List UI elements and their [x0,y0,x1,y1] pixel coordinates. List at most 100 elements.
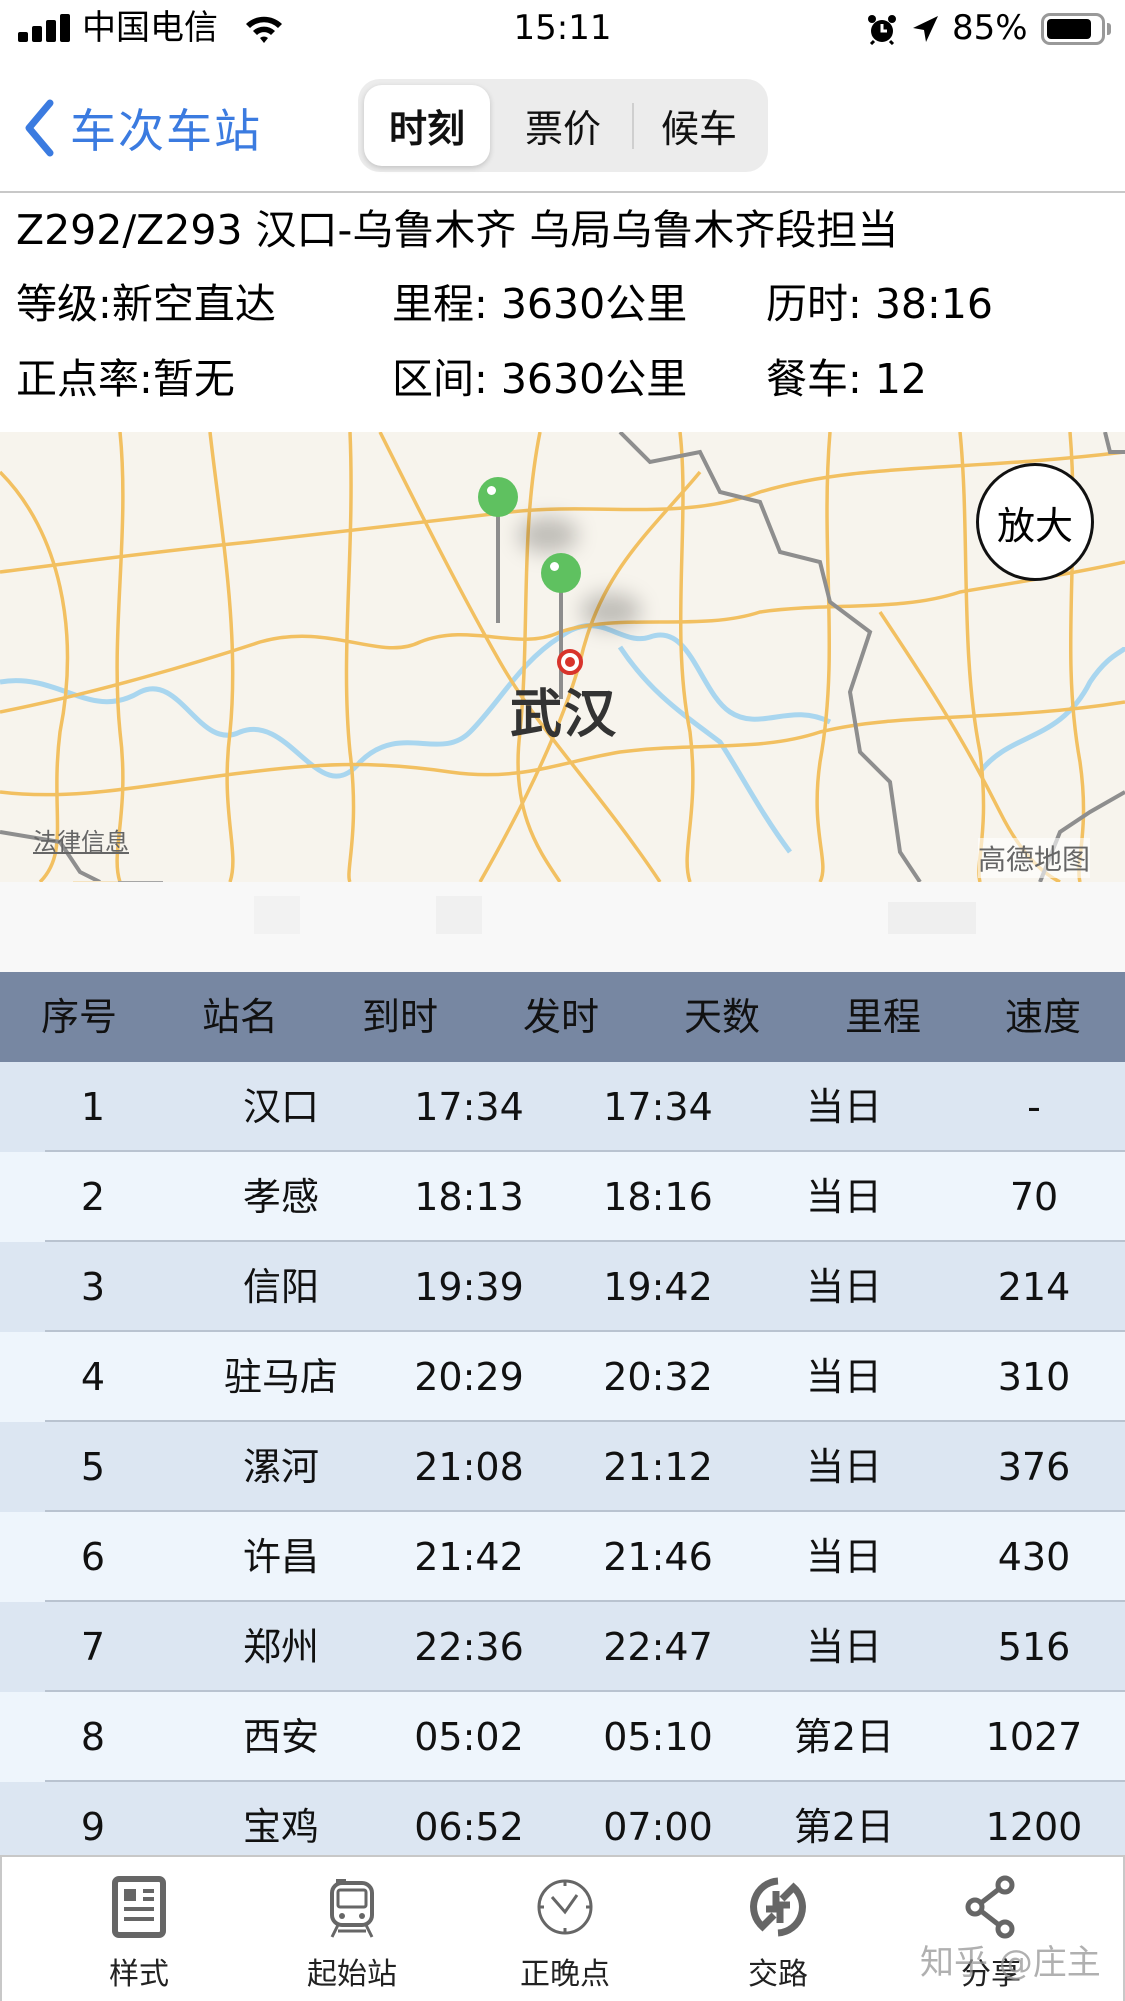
table-row[interactable]: 1 汉口 17:34 17:34 当日 - [0,1062,1125,1152]
train-section: 区间: 3630公里 [392,355,688,403]
arrival-cell: 19:39 [414,1265,524,1309]
station-cell: 郑州 [242,1625,320,1669]
nav-bar: 车次车站 时刻 票价 候车 [0,58,1125,193]
table-row[interactable]: 3 信阳 19:39 19:42 当日 214 [0,1242,1125,1332]
arrival-cell: 18:13 [414,1175,524,1219]
location-icon [913,16,938,42]
column-header: 发时 [522,995,600,1039]
day-cell: 当日 [805,1445,883,1489]
share-icon [965,1875,1015,1939]
tab-label: 交路 [748,1957,808,1992]
table-row[interactable]: 8 西安 05:02 05:10 第2日 1027 [0,1692,1125,1782]
day-cell: 当日 [805,1535,883,1579]
tab-punctuality[interactable]: 正晚点 [490,1857,640,2001]
tab-label: 正晚点 [520,1957,610,1992]
column-header: 天数 [683,995,761,1039]
map-brand-logo: 高德地图 [978,838,1091,878]
clock-icon [537,1879,593,1935]
speed-cell: 376 [997,1445,1071,1489]
table-row[interactable]: 7 郑州 22:36 22:47 当日 516 [0,1602,1125,1692]
seq-cell: 7 [80,1625,106,1669]
seq-cell: 4 [80,1355,106,1399]
tab-origin-station[interactable]: 起始站 [277,1857,427,2001]
day-cell: 当日 [805,1175,883,1219]
departure-cell: 05:10 [603,1715,713,1759]
column-header: 里程 [844,995,922,1039]
tab-label: 样式 [109,1957,169,1992]
battery-icon [1041,13,1105,45]
train-grade: 等级:新空直达 [16,280,276,328]
seq-cell: 3 [80,1265,106,1309]
status-bar: 中国电信 15:11 85% [0,0,1125,58]
train-mileage: 里程: 3630公里 [392,280,688,328]
table-row[interactable]: 4 驻马店 20:29 20:32 当日 310 [0,1332,1125,1422]
departure-cell: 20:32 [603,1355,713,1399]
tab-style[interactable]: 样式 [64,1857,214,2001]
station-cell: 漯河 [242,1445,320,1489]
station-cell: 孝感 [242,1175,320,1219]
back-button[interactable]: 车次车站 [22,98,262,158]
legal-info-link[interactable]: 法律信息 [33,822,129,857]
table-row[interactable]: 5 漯河 21:08 21:12 当日 376 [0,1422,1125,1512]
train-title: Z292/Z293 汉口-乌鲁木齐 乌局乌鲁木齐段担当 [16,206,899,254]
speed-cell: 430 [997,1535,1071,1579]
segmented-control: 时刻 票价 候车 [358,79,768,172]
departure-cell: 19:42 [603,1265,713,1309]
zoom-in-button[interactable]: 放大 [976,463,1094,581]
column-header: 速度 [1004,995,1082,1039]
table-header: 序号 站名 到时 发时 天数 里程 速度 [0,972,1125,1062]
station-cell: 汉口 [242,1085,320,1129]
tab-fare[interactable]: 票价 [500,85,626,166]
departure-cell: 21:46 [603,1535,713,1579]
arrival-cell: 05:02 [414,1715,524,1759]
arrival-cell: 21:08 [414,1445,524,1489]
speed-cell: 214 [997,1265,1071,1309]
column-header: 站名 [201,995,279,1039]
speed-cell: 516 [997,1625,1071,1669]
speed-cell: 70 [1009,1175,1059,1219]
station-cell: 驻马店 [223,1355,339,1399]
style-icon [112,1876,166,1938]
station-cell: 许昌 [242,1535,320,1579]
departure-cell: 18:16 [603,1175,713,1219]
arrival-cell: 22:36 [414,1625,524,1669]
speed-cell: - [1027,1085,1041,1129]
chevron-left-icon [25,99,54,157]
table-row[interactable]: 6 许昌 21:42 21:46 当日 430 [0,1512,1125,1602]
city-label: 武汉 [510,685,619,745]
seq-cell: 1 [80,1085,106,1129]
train-info: Z292/Z293 汉口-乌鲁木齐 乌局乌鲁木齐段担当 等级:新空直达 里程: … [0,195,1125,432]
battery-percent: 85% [952,8,1028,48]
departure-cell: 21:12 [603,1445,713,1489]
segment-divider [632,103,634,149]
station-cell: 西安 [242,1715,320,1759]
day-cell: 当日 [805,1085,883,1129]
watermark: 知乎 @庄主 [920,1943,1101,1983]
seq-cell: 8 [80,1715,106,1759]
column-header: 到时 [361,995,439,1039]
train-icon [330,1879,374,1938]
swap-icon [750,1877,806,1937]
tab-routing[interactable]: 交路 [703,1857,853,2001]
day-cell: 当日 [805,1265,883,1309]
tab-waiting[interactable]: 候车 [636,85,762,166]
tab-label: 起始站 [307,1957,397,1992]
station-cell: 信阳 [242,1265,320,1309]
arrival-cell: 20:29 [414,1355,524,1399]
seq-cell: 5 [80,1445,106,1489]
column-header: 序号 [40,995,118,1039]
train-punctuality: 正点率:暂无 [16,355,235,403]
battery-tip [1107,23,1111,35]
arrival-cell: 21:42 [414,1535,524,1579]
train-dining-car: 餐车: 12 [766,355,928,403]
day-cell: 当日 [805,1355,883,1399]
tab-schedule[interactable]: 时刻 [364,85,490,166]
table-row[interactable]: 2 孝感 18:13 18:16 当日 70 [0,1152,1125,1242]
back-label: 车次车站 [70,104,262,158]
seq-cell: 2 [80,1175,106,1219]
departure-cell: 17:34 [603,1085,713,1129]
speed-cell: 1027 [985,1715,1083,1759]
alarm-icon [868,15,896,45]
train-duration: 历时: 38:16 [766,280,994,328]
speed-cell: 310 [997,1355,1071,1399]
